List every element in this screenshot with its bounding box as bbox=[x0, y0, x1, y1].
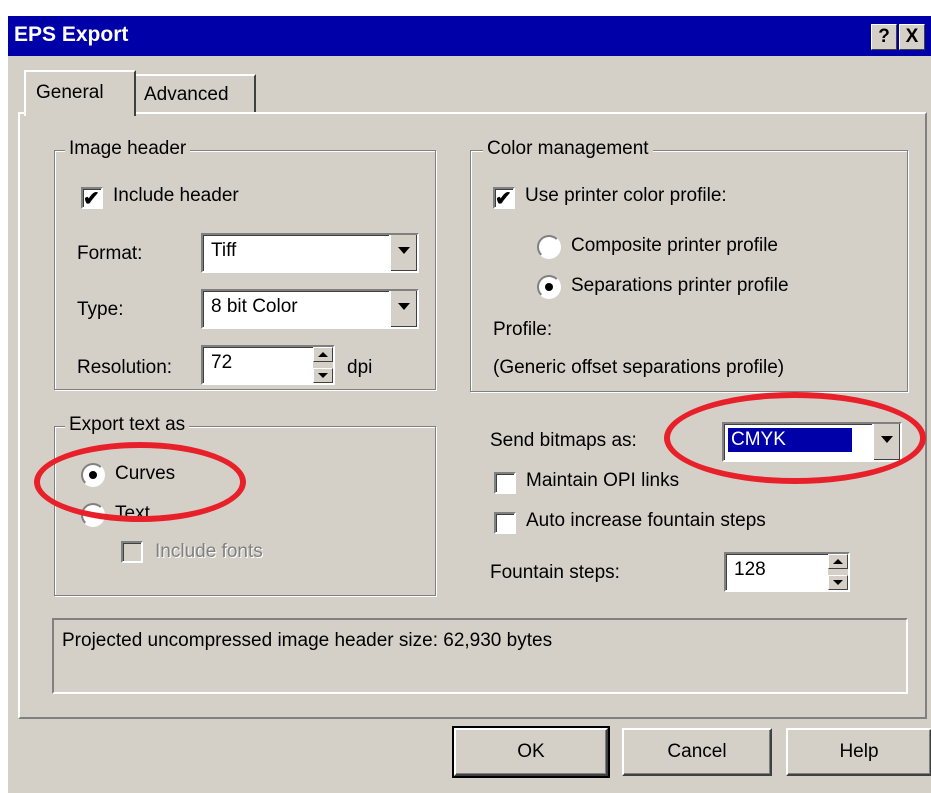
dialog-title: EPS Export bbox=[14, 23, 129, 46]
fountain-steps-spinbox[interactable]: 128 bbox=[724, 552, 850, 592]
cancel-button[interactable]: Cancel bbox=[622, 728, 772, 776]
resolution-unit: dpi bbox=[347, 357, 373, 378]
ok-button[interactable]: OK bbox=[452, 726, 610, 778]
spin-up-icon[interactable] bbox=[828, 554, 848, 569]
maintain-opi-checkbox[interactable] bbox=[494, 472, 516, 494]
resolution-value: 72 bbox=[211, 352, 233, 373]
curves-highlight-ellipse bbox=[34, 442, 246, 522]
type-label: Type: bbox=[77, 299, 124, 320]
include-header-label: Include header bbox=[113, 185, 239, 206]
help-title-button[interactable]: ? bbox=[871, 24, 897, 50]
spin-down-icon[interactable] bbox=[828, 575, 848, 590]
status-text: Projected uncompressed image header size… bbox=[62, 630, 553, 651]
resolution-label: Resolution: bbox=[77, 357, 173, 378]
include-fonts-label: Include fonts bbox=[155, 541, 263, 562]
radio-dot-icon bbox=[545, 283, 553, 291]
composite-label: Composite printer profile bbox=[571, 235, 778, 256]
close-title-button[interactable]: X bbox=[899, 24, 925, 50]
maintain-opi-label: Maintain OPI links bbox=[526, 470, 680, 491]
color-management-legend: Color management bbox=[483, 138, 653, 160]
fountain-steps-spinner[interactable] bbox=[828, 554, 848, 590]
fountain-steps-label: Fountain steps: bbox=[490, 562, 620, 583]
fountain-steps-value: 128 bbox=[734, 559, 766, 580]
send-bitmaps-label: Send bitmaps as: bbox=[490, 430, 637, 451]
composite-radio[interactable] bbox=[537, 235, 561, 259]
type-dropdown[interactable]: 8 bit Color bbox=[201, 289, 419, 329]
format-label: Format: bbox=[77, 243, 143, 264]
type-value: 8 bit Color bbox=[211, 296, 298, 317]
tab-advanced[interactable]: Advanced bbox=[134, 74, 256, 114]
profile-value: (Generic offset separations profile) bbox=[493, 357, 785, 378]
include-header-checkbox[interactable]: ✔ bbox=[81, 187, 103, 210]
tab-general-label: General bbox=[36, 82, 104, 103]
auto-increase-label: Auto increase fountain steps bbox=[526, 510, 766, 531]
include-fonts-checkbox[interactable] bbox=[121, 541, 143, 563]
bitmaps-highlight-ellipse bbox=[664, 392, 926, 484]
separations-label: Separations printer profile bbox=[571, 275, 789, 296]
image-header-group: Image header ✔ Include header Format: Ti… bbox=[54, 138, 436, 390]
profile-label: Profile: bbox=[493, 319, 553, 340]
color-management-group: Color management ✔ Use printer color pro… bbox=[470, 138, 908, 392]
image-header-legend: Image header bbox=[65, 138, 191, 160]
spin-down-icon[interactable] bbox=[313, 368, 333, 383]
use-printer-profile-checkbox[interactable]: ✔ bbox=[493, 187, 515, 210]
checkmark-icon: ✔ bbox=[83, 188, 100, 210]
format-dropdown[interactable]: Tiff bbox=[201, 233, 419, 273]
resolution-spinbox[interactable]: 72 bbox=[201, 345, 335, 385]
title-bar: EPS Export ? X bbox=[8, 16, 931, 56]
export-text-legend: Export text as bbox=[65, 414, 190, 436]
use-printer-profile-label: Use printer color profile: bbox=[525, 185, 727, 206]
format-value: Tiff bbox=[211, 240, 237, 261]
chevron-down-icon[interactable] bbox=[389, 291, 417, 327]
separations-radio[interactable] bbox=[537, 275, 561, 299]
resolution-spinner[interactable] bbox=[313, 347, 333, 383]
chevron-down-icon[interactable] bbox=[389, 235, 417, 271]
tab-advanced-label: Advanced bbox=[144, 84, 229, 105]
tab-general[interactable]: General bbox=[24, 70, 136, 116]
help-button[interactable]: Help bbox=[786, 728, 931, 776]
status-box: Projected uncompressed image header size… bbox=[52, 618, 908, 694]
auto-increase-checkbox[interactable] bbox=[494, 512, 516, 534]
checkmark-icon: ✔ bbox=[495, 188, 512, 210]
spin-up-icon[interactable] bbox=[313, 347, 333, 362]
